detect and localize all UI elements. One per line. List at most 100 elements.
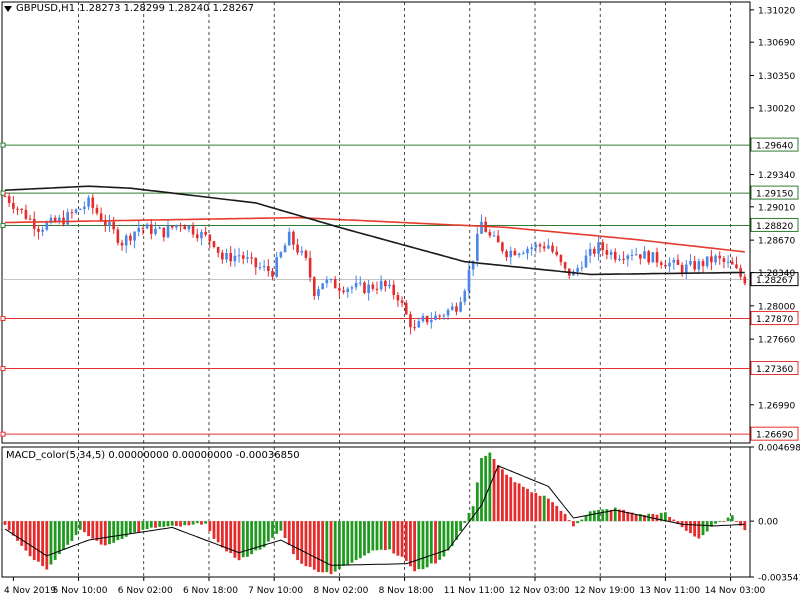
candle-bull bbox=[705, 256, 709, 267]
candle-bull bbox=[154, 228, 157, 234]
candle-bear bbox=[613, 251, 617, 260]
macd-histogram-bar bbox=[375, 521, 379, 551]
candle-bear bbox=[32, 218, 36, 229]
candle-bull bbox=[588, 248, 592, 256]
candle-bear bbox=[622, 258, 625, 260]
macd-histogram-bar bbox=[605, 509, 609, 522]
candle-bear bbox=[438, 315, 441, 317]
candle-bull bbox=[643, 251, 646, 259]
candle-bull bbox=[187, 225, 191, 230]
dropdown-triangle-icon[interactable] bbox=[4, 5, 12, 12]
macd-histogram-bar bbox=[200, 521, 203, 525]
candle-bull bbox=[145, 224, 149, 229]
candle-bull bbox=[45, 222, 49, 230]
macd-histogram-bar bbox=[434, 521, 437, 564]
macd-histogram-bar bbox=[576, 521, 580, 524]
candle-bear bbox=[392, 284, 396, 295]
candle-bear bbox=[170, 225, 174, 228]
candle-bear bbox=[505, 251, 508, 258]
candle-bear bbox=[12, 202, 15, 209]
macd-histogram-bar bbox=[684, 521, 688, 531]
macd-histogram-bar bbox=[170, 521, 174, 526]
macd-histogram-bar bbox=[421, 521, 425, 570]
candle-bear bbox=[7, 196, 11, 203]
macd-histogram-bar bbox=[108, 521, 111, 545]
candle-bear bbox=[212, 241, 216, 248]
candle-bear bbox=[722, 258, 726, 262]
candle-bull bbox=[317, 289, 320, 296]
chart-canvas[interactable]: 1.29640 1.29150 1.28820 1.27870 1.27360 1.266… bbox=[0, 0, 800, 600]
macd-histogram-bar bbox=[496, 465, 500, 522]
macd-histogram-bar bbox=[333, 521, 337, 572]
macd-histogram-bar bbox=[517, 483, 521, 522]
macd-histogram-bar bbox=[672, 519, 676, 522]
candle-bull bbox=[509, 250, 513, 258]
price-axis-label: 1.29340 bbox=[758, 171, 795, 181]
candle-bull bbox=[346, 288, 350, 293]
candle-bear bbox=[229, 253, 233, 262]
candle-bear bbox=[538, 244, 542, 247]
macd-axis-label: 0.00 bbox=[758, 518, 778, 528]
macd-histogram-bar bbox=[350, 521, 354, 563]
level-price-label: 1.28820 bbox=[756, 222, 793, 232]
candle-bull bbox=[233, 255, 237, 262]
candle-bear bbox=[204, 231, 207, 235]
candle-bull bbox=[78, 209, 82, 211]
time-axis-label: 5 Nov 10:00 bbox=[53, 586, 108, 596]
macd-histogram-bar bbox=[371, 521, 375, 551]
macd-histogram-bar bbox=[584, 515, 588, 522]
candle-bear bbox=[195, 234, 199, 239]
macd-histogram-bar bbox=[312, 521, 316, 570]
candle-bull bbox=[283, 245, 287, 253]
candle-bull bbox=[446, 309, 450, 316]
candle-bull bbox=[321, 283, 324, 290]
candle-bear bbox=[216, 247, 220, 253]
macd-histogram-bar bbox=[396, 521, 400, 556]
macd-histogram-bar bbox=[743, 521, 747, 531]
candle-bear bbox=[241, 255, 245, 259]
candle-bear bbox=[455, 306, 458, 312]
candle-bear bbox=[601, 242, 605, 250]
level-anchor bbox=[0, 431, 6, 437]
candle-bull bbox=[668, 262, 671, 267]
macd-histogram-bar bbox=[233, 521, 237, 558]
macd-histogram-bar bbox=[204, 521, 208, 524]
candle-bear bbox=[664, 264, 667, 267]
macd-plot-frame bbox=[1, 446, 751, 578]
ohlc-values: 1.28273 1.28299 1.28240 1.28267 bbox=[79, 3, 255, 14]
macd-histogram-bar bbox=[287, 521, 291, 546]
macd-histogram-bar bbox=[321, 521, 325, 573]
macd-histogram-bar bbox=[484, 455, 488, 522]
macd-histogram-bar bbox=[49, 521, 53, 565]
candle-bear bbox=[342, 290, 345, 293]
candle-bear bbox=[701, 261, 705, 267]
macd-histogram-bar bbox=[3, 521, 7, 525]
candle-bear bbox=[655, 252, 659, 263]
macd-histogram-bar bbox=[304, 521, 308, 567]
macd-histogram-bar bbox=[154, 521, 157, 528]
macd-histogram-bar bbox=[191, 521, 195, 525]
macd-histogram-bar bbox=[133, 521, 136, 533]
macd-histogram-bar bbox=[128, 521, 132, 534]
macd-histogram-bar bbox=[70, 521, 74, 542]
candle-bull bbox=[584, 255, 588, 268]
level-anchor bbox=[0, 316, 6, 322]
candle-bull bbox=[609, 251, 613, 255]
candle-bear bbox=[37, 228, 40, 232]
macd-histogram-bar bbox=[409, 521, 412, 567]
candle-bear bbox=[338, 288, 341, 291]
macd-histogram-bar bbox=[438, 521, 442, 560]
macd-histogram-bar bbox=[74, 521, 78, 536]
macd-histogram-bar bbox=[37, 521, 40, 562]
candle-bear bbox=[551, 245, 554, 252]
macd-histogram-bar bbox=[279, 521, 283, 531]
trading-chart-window: 1.29640 1.29150 1.28820 1.27870 1.27360 1.266… bbox=[0, 0, 800, 600]
time-axis-label: 8 Nov 18:00 bbox=[379, 586, 434, 596]
macd-histogram-bar bbox=[237, 521, 241, 561]
macd-histogram-bar bbox=[601, 509, 605, 522]
candle-bear bbox=[676, 259, 680, 265]
macd-histogram-bar bbox=[41, 521, 45, 567]
time-axis-label: 6 Nov 18:00 bbox=[183, 586, 238, 596]
candle-bear bbox=[149, 224, 153, 234]
macd-histogram-bar bbox=[179, 521, 182, 527]
